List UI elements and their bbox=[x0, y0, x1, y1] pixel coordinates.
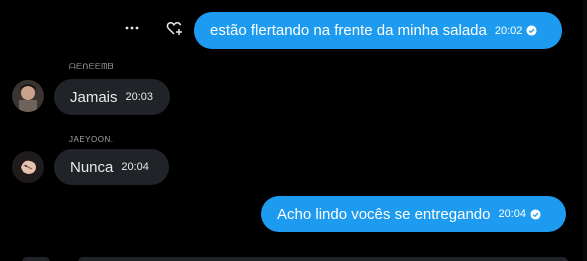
sender-name: ᗩᗴᑎᗴᗴᗰᗷ bbox=[69, 62, 114, 71]
composer-media-button[interactable] bbox=[22, 257, 50, 261]
sent-check-icon bbox=[526, 25, 537, 36]
message-actions bbox=[122, 18, 184, 38]
message-row-outgoing: Acho lindo vocês se entregando 20:04 bbox=[261, 196, 566, 232]
more-options-icon[interactable] bbox=[122, 18, 142, 38]
chat-conversation: estão flertando na frente da minha salad… bbox=[0, 0, 587, 261]
avatar[interactable] bbox=[12, 80, 44, 112]
message-bubble[interactable]: Jamais 20:03 bbox=[54, 79, 170, 115]
add-reaction-icon[interactable] bbox=[164, 18, 184, 38]
message-bubble[interactable]: estão flertando na frente da minha salad… bbox=[194, 12, 562, 49]
message-text: Jamais bbox=[70, 88, 118, 106]
message-row-incoming: Jamais 20:03 bbox=[54, 79, 170, 115]
message-time: 20:04 bbox=[121, 161, 149, 173]
message-row-outgoing: estão flertando na frente da minha salad… bbox=[194, 12, 562, 49]
avatar[interactable] bbox=[12, 151, 44, 183]
message-text: Nunca bbox=[70, 158, 114, 176]
message-bubble[interactable]: Nunca 20:04 bbox=[54, 149, 169, 185]
message-time: 20:04 bbox=[498, 208, 527, 220]
message-composer[interactable] bbox=[78, 257, 568, 261]
message-time: 20:02 bbox=[494, 24, 523, 37]
message-time: 20:03 bbox=[125, 91, 154, 103]
sent-check-icon bbox=[530, 208, 541, 220]
message-bubble[interactable]: Acho lindo vocês se entregando 20:04 bbox=[261, 196, 566, 232]
message-text: Acho lindo vocês se entregando bbox=[277, 205, 491, 223]
message-text: estão flertando na frente da minha salad… bbox=[210, 22, 487, 39]
message-row-incoming: Nunca 20:04 bbox=[54, 149, 169, 185]
sender-name: JAEYOON. bbox=[69, 135, 114, 144]
scrollbar[interactable] bbox=[583, 0, 587, 261]
